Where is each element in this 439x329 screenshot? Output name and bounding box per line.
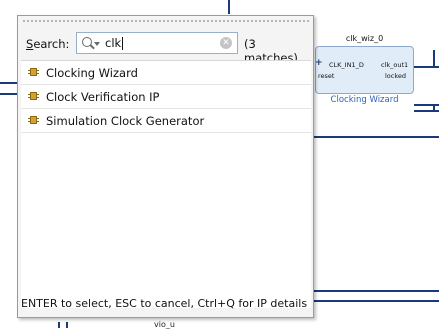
result-label: Simulation Clock Generator [46, 114, 205, 128]
net-wire[interactable] [414, 66, 439, 68]
text-cursor [122, 37, 124, 50]
expand-port-icon[interactable]: + [315, 58, 323, 68]
ip-core-icon [28, 67, 39, 77]
clocking-wizard-block[interactable] [315, 46, 414, 94]
result-item-clock-verification-ip[interactable]: Clock Verification IP [21, 85, 311, 109]
net-wire[interactable] [433, 50, 435, 67]
net-wire[interactable] [58, 322, 68, 328]
search-input-value: clk [105, 36, 124, 50]
net-wire[interactable] [433, 106, 435, 112]
net-wire[interactable] [0, 82, 18, 84]
chevron-down-icon[interactable] [94, 42, 100, 46]
net-wire[interactable] [414, 110, 439, 112]
ip-instance-name: clk_wiz_0 [345, 34, 384, 43]
net-wire[interactable] [0, 93, 18, 95]
footer-hint: ENTER to select, ESC to cancel, Ctrl+Q f… [21, 297, 308, 310]
add-ip-popup: Search: clk ✕ (3 matches) Clocking Wizar… [17, 15, 314, 318]
net-wire[interactable] [314, 300, 439, 302]
result-item-simulation-clock-generator[interactable]: Simulation Clock Generator [21, 109, 311, 133]
port-reset[interactable]: reset [318, 72, 334, 80]
results-list[interactable]: Clocking Wizard Clock Verification IP Si… [21, 60, 311, 308]
result-item-clocking-wizard[interactable]: Clocking Wizard [21, 61, 311, 85]
port-clk-in1-d[interactable]: CLK_IN1_D [329, 61, 364, 69]
net-wire[interactable] [228, 0, 230, 14]
port-locked[interactable]: locked [385, 72, 406, 80]
search-icon[interactable] [82, 37, 92, 47]
ip-caption: Clocking Wizard [330, 95, 399, 105]
search-input[interactable]: clk ✕ [76, 32, 238, 54]
clear-icon[interactable]: ✕ [220, 37, 232, 49]
search-row: Search: clk ✕ (3 matches) [18, 30, 313, 65]
result-label: Clocking Wizard [46, 66, 138, 80]
port-clk-out1[interactable]: clk_out1 [381, 61, 408, 69]
search-label-text: earch: [33, 37, 70, 51]
popup-drag-handle[interactable] [22, 19, 309, 23]
net-wire[interactable] [314, 136, 439, 138]
ip-core-icon [28, 115, 39, 125]
ip-core-icon [28, 91, 39, 101]
net-wire[interactable] [414, 104, 439, 106]
search-label: Search: [26, 37, 69, 51]
result-label: Clock Verification IP [46, 90, 160, 104]
net-wire[interactable] [314, 290, 439, 292]
